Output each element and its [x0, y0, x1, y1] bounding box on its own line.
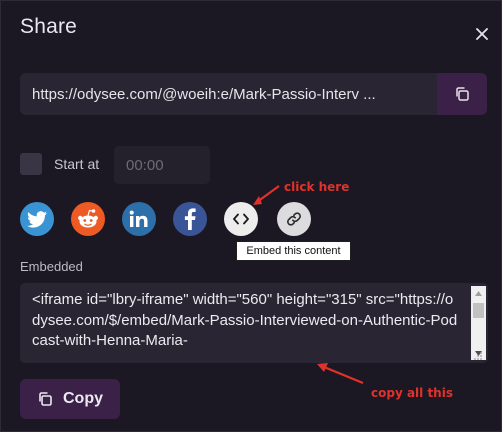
link-icon — [287, 212, 301, 226]
scroll-thumb[interactable] — [473, 303, 484, 318]
share-reddit-button[interactable] — [71, 202, 105, 236]
share-url-field[interactable]: https://odysee.com/@woeih:e/Mark-Passio-… — [20, 73, 437, 115]
copy-url-button[interactable] — [437, 73, 487, 115]
share-facebook-button[interactable] — [173, 202, 207, 236]
embed-tooltip: Embed this content — [236, 241, 351, 261]
share-twitter-button[interactable] — [20, 202, 54, 236]
linkedin-icon — [129, 210, 148, 227]
copy-icon — [39, 392, 52, 406]
close-button[interactable] — [471, 23, 493, 45]
close-icon — [476, 28, 488, 40]
scroll-up-arrow-icon[interactable] — [471, 286, 486, 300]
embed-code-textarea[interactable]: <iframe id="lbry-iframe" width="560" hei… — [20, 283, 488, 363]
copy-link-button[interactable] — [277, 202, 311, 236]
reddit-icon — [78, 209, 98, 228]
dialog-title: Share — [20, 15, 78, 38]
code-icon — [233, 213, 249, 225]
embed-scrollbar[interactable] — [471, 286, 486, 360]
resize-grip-icon[interactable] — [473, 351, 483, 361]
start-at-label: Start at — [54, 156, 100, 172]
start-time-input[interactable] — [114, 146, 210, 184]
embed-button[interactable] — [224, 202, 258, 236]
arrow-to-embed-code-icon — [317, 363, 364, 385]
annotation-click-here: click here — [284, 180, 350, 194]
arrow-to-embed-icon — [253, 185, 280, 205]
share-linkedin-button[interactable] — [122, 202, 156, 236]
share-dialog: Share https://odysee.com/@woeih:e/Mark-P… — [0, 0, 502, 432]
embedded-label: Embedded — [20, 259, 83, 274]
copy-icon — [456, 87, 469, 101]
copy-button[interactable]: Copy — [20, 379, 120, 419]
facebook-icon — [184, 208, 196, 230]
annotation-copy-all: copy all this — [371, 386, 453, 400]
copy-button-label: Copy — [63, 390, 103, 407]
start-at-checkbox[interactable] — [20, 153, 42, 175]
twitter-icon — [27, 210, 47, 228]
